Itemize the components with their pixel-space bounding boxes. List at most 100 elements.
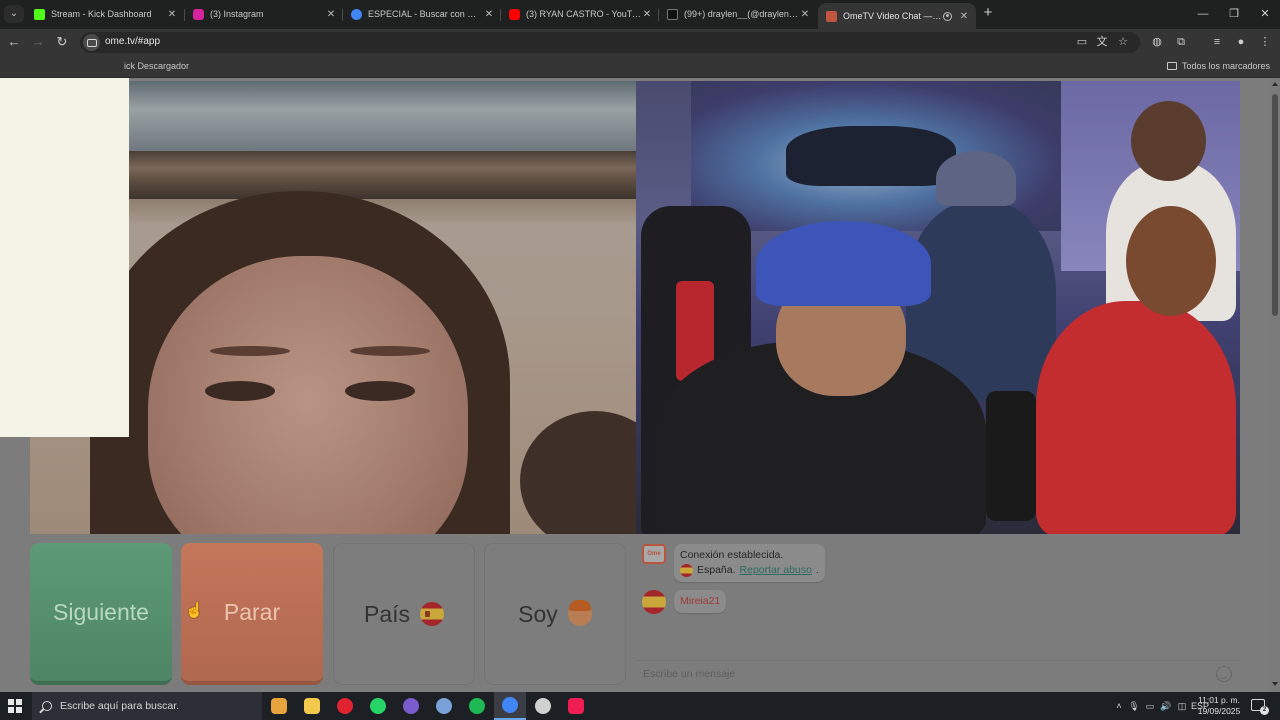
address-bar[interactable]: ome.tv/#app ▭ 文 ☆ — [80, 32, 1140, 53]
extensions-icon[interactable]: ⧉ — [1173, 34, 1189, 50]
partner-video — [636, 81, 1240, 534]
time-text: 11:01 p. m. — [1198, 695, 1240, 705]
reload-button[interactable]: ↻ — [52, 32, 72, 52]
profile-avatar-icon[interactable]: ● — [1233, 34, 1249, 50]
tiktok-icon — [568, 698, 584, 714]
spotify-icon — [469, 698, 485, 714]
message-input[interactable] — [643, 668, 1203, 680]
spain-flag-icon — [680, 564, 693, 577]
url-text[interactable]: ome.tv/#app — [105, 36, 160, 47]
tab-instagram[interactable]: (3) Instagram ✕ — [185, 3, 343, 25]
tiktok-icon — [667, 8, 678, 20]
app-icon — [403, 698, 419, 714]
globe-icon — [436, 698, 452, 714]
forward-button[interactable]: → — [28, 32, 48, 52]
hand-cursor-icon: ☝ — [185, 602, 204, 619]
country-filter-button[interactable]: País — [333, 543, 475, 685]
taskbar-spotify[interactable] — [461, 692, 493, 720]
instagram-icon — [193, 8, 204, 20]
ometv-icon — [826, 10, 837, 22]
tab-label: Stream - Kick Dashboard — [51, 9, 152, 19]
ometv-page: Siguiente Parar País Soy ☝ Ome Conexión … — [0, 78, 1280, 692]
folder-icon — [304, 698, 320, 714]
taskbar-tiktok[interactable] — [560, 692, 592, 720]
app-tray-icon[interactable]: ◫ — [1174, 701, 1190, 712]
tab-label: (3) RYAN CASTRO - YouTube — [526, 9, 641, 19]
site-info-icon[interactable] — [83, 34, 100, 51]
connection-text: Conexión establecida. — [680, 549, 784, 561]
chat-input-bar — [636, 660, 1240, 687]
page-scrollbar[interactable] — [1270, 78, 1280, 692]
gender-filter-button[interactable]: Soy — [484, 543, 626, 685]
chevron-up-icon[interactable]: ˄ — [1112, 701, 1126, 711]
tab-search-dropdown[interactable]: ⌄ — [4, 5, 24, 23]
tab-label: ESPECIAL - Buscar con Google — [368, 9, 483, 19]
scroll-thumb[interactable] — [1272, 94, 1278, 316]
gear-icon — [535, 698, 551, 714]
search-icon — [42, 701, 52, 711]
taskbar-settings[interactable] — [527, 692, 559, 720]
cast-icon[interactable]: ▭ — [1074, 34, 1090, 50]
taskbar-opera[interactable] — [329, 692, 361, 720]
incognito-icon[interactable]: ◍ — [1149, 34, 1165, 50]
next-button[interactable]: Siguiente — [30, 543, 172, 685]
stop-label: Parar — [223, 598, 281, 625]
translate-icon[interactable]: 文 — [1094, 34, 1110, 50]
close-icon[interactable]: ✕ — [166, 9, 178, 20]
close-icon[interactable]: ✕ — [958, 11, 970, 22]
microphone-icon[interactable]: 🎙 — [1126, 701, 1142, 712]
country-text: España. — [697, 564, 736, 576]
all-bookmarks[interactable]: Todos los marcadores — [1166, 61, 1270, 71]
whatsapp-icon — [370, 698, 386, 714]
tab-kick-dashboard[interactable]: Stream - Kick Dashboard ✕ — [26, 3, 184, 25]
tab-strip: ⌄ Stream - Kick Dashboard ✕ (3) Instagra… — [0, 0, 1280, 29]
taskbar-file-explorer[interactable] — [296, 692, 328, 720]
taskbar-app-globe[interactable] — [428, 692, 460, 720]
tab-youtube[interactable]: (3) RYAN CASTRO - YouTube ✕ — [501, 3, 659, 25]
google-icon — [351, 8, 362, 20]
media-controls-icon[interactable]: ≡ — [1209, 34, 1225, 50]
spain-flag-avatar-icon — [642, 590, 666, 614]
close-icon[interactable]: ✕ — [325, 9, 337, 20]
close-window-button[interactable]: ✕ — [1250, 4, 1280, 24]
close-icon[interactable]: ✕ — [799, 9, 811, 20]
taskbar-app-purple[interactable] — [395, 692, 427, 720]
system-message: Ome Conexión establecida. España. Report… — [642, 544, 825, 582]
tab-google-search[interactable]: ESPECIAL - Buscar con Google ✕ — [343, 3, 501, 25]
recording-icon — [943, 11, 952, 21]
report-abuse-link[interactable]: Reportar abuso — [740, 563, 812, 578]
taskbar-chrome[interactable] — [494, 692, 526, 720]
blank-overlay-panel — [0, 78, 129, 437]
clock[interactable]: 11:01 p. m. 19/09/2025 — [1196, 695, 1242, 717]
tab-tiktok[interactable]: (99+) draylen__(@draylen__) | T ✕ — [659, 3, 817, 25]
new-tab-button[interactable]: + — [980, 5, 996, 21]
tab-label: OmeTV Video Chat — Ome — [843, 11, 943, 21]
bookmark-star-icon[interactable]: ☆ — [1115, 34, 1131, 50]
me-label: Soy — [518, 600, 558, 627]
bookmark-item[interactable]: ick Descargador — [124, 61, 189, 71]
taskbar-whatsapp[interactable] — [362, 692, 394, 720]
spain-flag-icon — [420, 602, 445, 626]
close-icon[interactable]: ✕ — [483, 9, 495, 20]
restore-button[interactable]: ❐ — [1219, 4, 1249, 24]
close-icon[interactable]: ✕ — [641, 9, 653, 20]
report-suffix: . — [815, 564, 819, 576]
system-bubble: Conexión establecida. España. Reportar a… — [674, 544, 825, 582]
network-icon[interactable]: ▭ — [1142, 701, 1158, 712]
tab-ometv[interactable]: OmeTV Video Chat — Ome ✕ — [818, 3, 976, 29]
emoji-icon[interactable] — [1216, 666, 1232, 682]
scroll-down-icon[interactable] — [1272, 682, 1278, 686]
partner-message: Mireia21 — [642, 590, 727, 614]
youtube-icon — [509, 8, 520, 20]
tab-label: (3) Instagram — [210, 9, 264, 19]
volume-icon[interactable]: 🔊 — [1158, 701, 1174, 712]
windows-start-icon[interactable] — [8, 699, 22, 713]
menu-kebab-icon[interactable]: ⋮ — [1257, 34, 1273, 50]
scroll-up-icon[interactable] — [1272, 82, 1278, 86]
back-button[interactable]: ← — [4, 32, 24, 52]
minimize-button[interactable]: — — [1188, 4, 1218, 24]
taskbar-search-box[interactable]: Escribe aquí para buscar. — [32, 692, 262, 720]
partner-name-bubble: Mireia21 — [674, 590, 727, 613]
taskbar-app-orange[interactable] — [263, 692, 295, 720]
bookmarks-bar: ick Descargador Todos los marcadores — [0, 56, 1280, 78]
